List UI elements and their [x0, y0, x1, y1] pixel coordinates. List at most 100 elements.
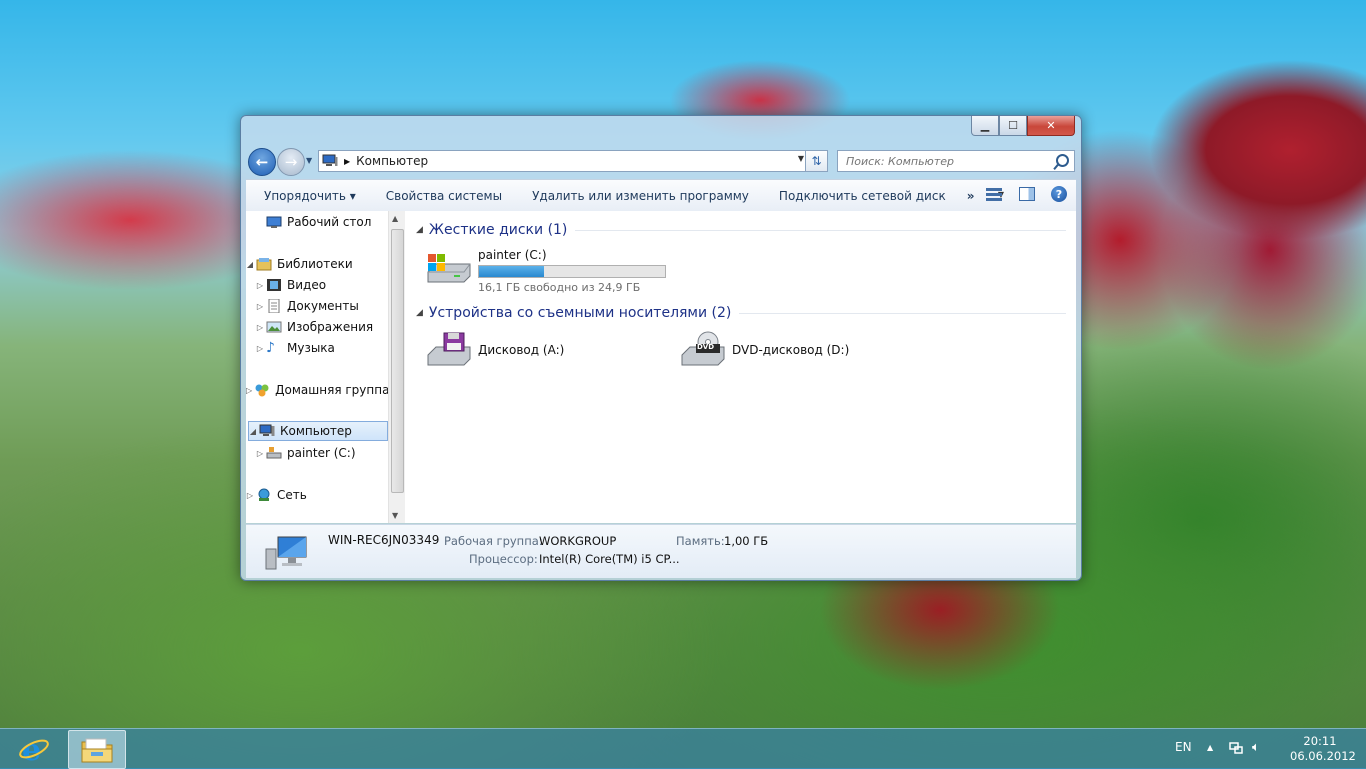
- folder-icon: [81, 738, 113, 762]
- navigation-scrollbar[interactable]: ▲ ▼: [388, 211, 405, 523]
- nav-label: Музыка: [287, 341, 335, 355]
- group-divider: [739, 312, 1066, 314]
- breadcrumb-computer[interactable]: Компьютер: [356, 154, 428, 168]
- more-commands-button[interactable]: »: [961, 189, 981, 203]
- search-icon[interactable]: [1056, 154, 1069, 167]
- desktop-icon: [266, 215, 282, 229]
- nav-item-images[interactable]: ▷ Изображения: [246, 317, 388, 337]
- svg-text:e: e: [22, 734, 41, 764]
- expand-arrow-icon[interactable]: ▷: [246, 491, 254, 500]
- collapse-group-icon[interactable]: ◢: [416, 225, 423, 235]
- nav-item-documents[interactable]: ▷ Документы: [246, 296, 388, 316]
- navigation-bar: ← → ▼ ▶ Компьютер ▼ ⇅: [247, 147, 1075, 176]
- explorer-window: ▁ ☐ ✕ ← → ▼ ▶ Компьютер ▼ ⇅ Поиск: Компь…: [240, 115, 1082, 581]
- group-header-hard-drives[interactable]: ◢ Жесткие диски (1): [416, 222, 1066, 238]
- workgroup-label: Рабочая группа:: [444, 534, 543, 548]
- drive-usage-fill: [479, 266, 545, 277]
- hard-drive-icon: [266, 446, 282, 460]
- expand-arrow-icon[interactable]: ▷: [256, 323, 264, 332]
- scroll-thumb[interactable]: [391, 229, 404, 493]
- collapse-arrow-icon[interactable]: ◢: [249, 427, 257, 436]
- images-icon: [266, 320, 282, 334]
- expand-arrow-icon[interactable]: ▷: [256, 302, 264, 311]
- expand-arrow-icon[interactable]: ▷: [256, 449, 264, 458]
- group-divider: [575, 229, 1066, 231]
- clock[interactable]: 20:11 06.06.2012: [1290, 734, 1356, 764]
- help-button[interactable]: ?: [1050, 185, 1068, 203]
- refresh-button[interactable]: ⇅: [805, 150, 828, 172]
- content-area: Рабочий стол ◢ Библиотеки ▷ Видео ▷ Доку…: [246, 211, 1076, 523]
- network-icon: [256, 488, 272, 502]
- recent-pages-button[interactable]: ▼: [306, 156, 312, 165]
- group-header-removable[interactable]: ◢ Устройства со съемными носителями (2): [416, 305, 1066, 321]
- nav-item-drive-c[interactable]: ▷ painter (C:): [246, 443, 388, 463]
- cpu-value: Intel(R) Core(TM) i5 CP...: [539, 552, 680, 566]
- caption-buttons: ▁ ☐ ✕: [971, 116, 1075, 136]
- collapse-arrow-icon[interactable]: ◢: [246, 260, 254, 269]
- uninstall-program-button[interactable]: Удалить или изменить программу: [517, 189, 764, 203]
- maximize-button[interactable]: ☐: [999, 116, 1027, 136]
- change-view-button[interactable]: ▼: [986, 185, 1004, 203]
- address-dropdown-button[interactable]: ▼: [798, 154, 804, 163]
- map-network-drive-button[interactable]: Подключить сетевой диск: [764, 189, 961, 203]
- drive-d-item[interactable]: DVD DVD-дисковод (D:): [678, 331, 849, 371]
- nav-label: Видео: [287, 278, 327, 292]
- nav-item-video[interactable]: ▷ Видео: [246, 275, 388, 295]
- close-button[interactable]: ✕: [1027, 116, 1075, 136]
- drive-name: painter (C:): [478, 248, 547, 262]
- drive-a-item[interactable]: Дисковод (A:): [424, 331, 564, 371]
- computer-name: WIN-REC6JN03349: [328, 533, 440, 547]
- computer-icon: [322, 154, 338, 168]
- scroll-down-icon[interactable]: ▼: [392, 511, 398, 520]
- nav-item-desktop[interactable]: Рабочий стол: [246, 212, 388, 232]
- hard-drive-icon: [424, 248, 472, 288]
- nav-label: Сеть: [277, 488, 307, 502]
- expand-arrow-icon[interactable]: ▷: [246, 386, 252, 395]
- show-hidden-icons-icon[interactable]: ▲: [1207, 743, 1213, 752]
- preview-pane-button[interactable]: [1018, 185, 1036, 203]
- collapse-group-icon[interactable]: ◢: [416, 308, 423, 318]
- back-button[interactable]: ←: [248, 148, 276, 176]
- drive-c-item[interactable]: painter (C:) 16,1 ГБ свободно из 24,9 ГБ: [424, 248, 666, 294]
- search-box: [837, 150, 1075, 172]
- scroll-up-icon[interactable]: ▲: [392, 214, 398, 223]
- computer-icon: [264, 533, 310, 571]
- search-input[interactable]: [844, 153, 1053, 169]
- address-bar[interactable]: ▶ Компьютер ▼: [318, 150, 809, 172]
- drive-name: Дисковод (A:): [478, 343, 565, 357]
- nav-item-libraries[interactable]: ◢ Библиотеки: [246, 254, 388, 274]
- drive-name: DVD-дисковод (D:): [732, 343, 850, 357]
- organize-button[interactable]: Упорядочить ▾: [246, 189, 371, 203]
- nav-label: Изображения: [287, 320, 374, 334]
- taskbar-file-explorer[interactable]: [68, 730, 126, 769]
- expand-arrow-icon[interactable]: ▷: [256, 344, 264, 353]
- computer-icon: [259, 424, 275, 438]
- nav-label: Компьютер: [280, 424, 352, 438]
- language-indicator[interactable]: EN: [1175, 740, 1192, 754]
- nav-label: Библиотеки: [277, 257, 353, 271]
- nav-label: painter (C:): [287, 446, 356, 460]
- memory-value: 1,00 ГБ: [724, 534, 769, 548]
- taskbar-internet-explorer[interactable]: e: [6, 730, 62, 767]
- details-pane: WIN-REC6JN03349 Рабочая группа: WORKGROU…: [246, 524, 1076, 578]
- network-tray-icon[interactable]: [1229, 741, 1243, 755]
- nav-item-computer[interactable]: ◢ Компьютер: [248, 421, 388, 441]
- dvd-badge: DVD: [697, 343, 715, 351]
- nav-label: Документы: [287, 299, 359, 313]
- help-icon: ?: [1051, 186, 1067, 202]
- video-icon: [266, 278, 282, 292]
- system-properties-button[interactable]: Свойства системы: [371, 189, 517, 203]
- nav-item-network[interactable]: ▷ Сеть: [246, 485, 388, 505]
- command-bar: Упорядочить ▾ Свойства системы Удалить и…: [246, 179, 1076, 212]
- drive-free-space: 16,1 ГБ свободно из 24,9 ГБ: [478, 281, 641, 294]
- forward-button[interactable]: →: [277, 148, 305, 176]
- breadcrumb-separator-icon[interactable]: ▶: [344, 157, 350, 166]
- expand-arrow-icon[interactable]: ▷: [256, 281, 264, 290]
- nav-label: Рабочий стол: [287, 215, 372, 229]
- nav-item-music[interactable]: ▷ ♪ Музыка: [246, 338, 388, 358]
- group-label: Жесткие диски (1): [428, 222, 568, 238]
- dvd-drive-icon: DVD: [678, 331, 726, 371]
- minimize-button[interactable]: ▁: [971, 116, 999, 136]
- volume-icon[interactable]: 🔈︎: [1252, 740, 1260, 755]
- nav-item-homegroup[interactable]: ▷ Домашняя группа: [246, 380, 388, 400]
